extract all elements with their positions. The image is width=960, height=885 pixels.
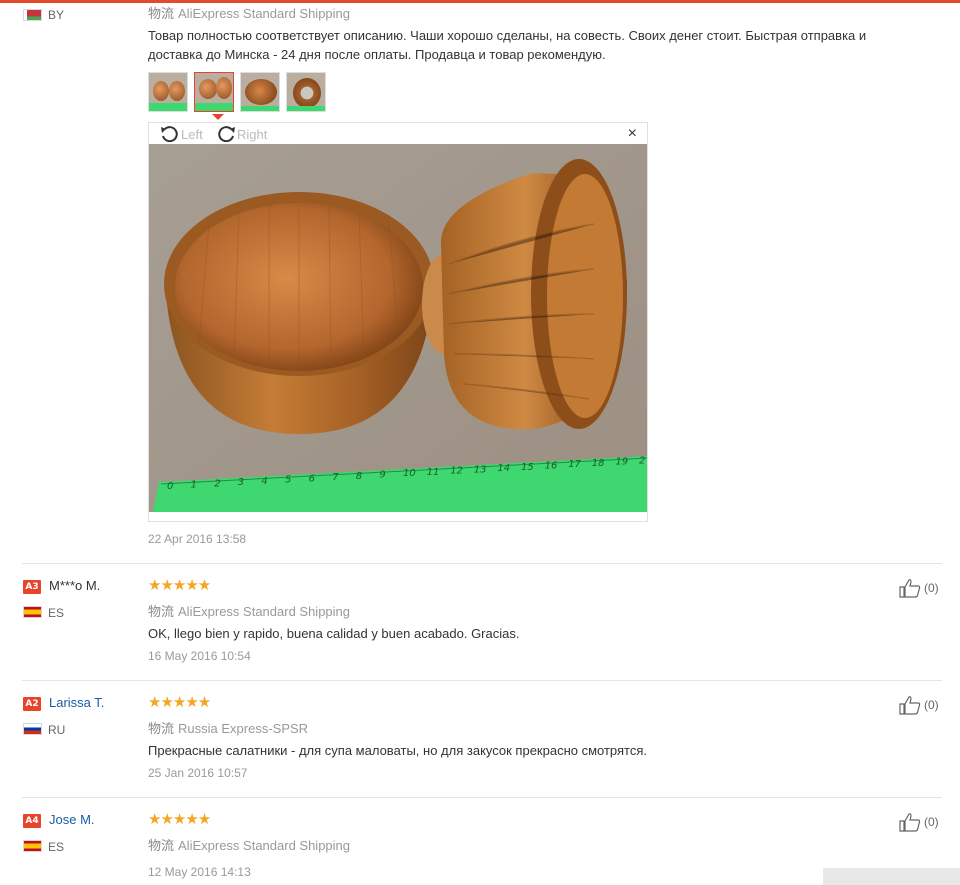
ruler-tick-label: 15 [521,462,534,473]
ruler-tick-label: 5 [285,475,291,486]
ruler-tick-label: 2 [214,478,220,489]
review-date: 16 May 2016 10:54 [148,649,251,663]
review-separator [22,680,942,681]
helpful-count: (0) [924,815,939,829]
helpful-button[interactable]: (0) [899,578,939,598]
review-date: 25 Jan 2016 10:57 [148,766,248,780]
active-thumbnail-pointer [212,114,224,120]
image-viewer: Left Right × 0 1 2 3 4 5 6 7 8 9 10 11 1… [148,122,648,522]
ruler-tick-label: 19 [615,457,628,468]
photo-thumbnails [148,72,326,112]
shipping-method: 物流 AliExpress Standard Shipping [148,3,350,22]
ruler-tick-label: 9 [379,470,385,481]
review-text: Товар полностью соответствует описанию. … [148,28,867,62]
buyer-level-badge: A4 [23,814,41,828]
ruler-tick-label: 13 [474,464,487,475]
ruler-tick-label: 2 [639,455,645,466]
star-rating: ★★★★★ [148,577,211,594]
ruler-tick-label: 7 [332,472,339,483]
thumbs-up-icon [899,696,921,715]
ruler-tick-label: 17 [568,459,581,470]
floating-panel-edge [823,868,960,885]
helpful-button[interactable]: (0) [899,812,939,832]
close-viewer-button[interactable]: × [628,126,637,142]
rotate-right-icon [218,126,235,143]
ruler-tick-label: 18 [592,458,605,469]
reviewer-name: M***o M. [49,578,101,593]
review-date: 22 Apr 2016 13:58 [148,532,247,546]
rotate-left-button[interactable]: Left [159,124,203,144]
ruler-tick-label: 6 [309,473,315,484]
logistics-label: 物流 [148,605,175,620]
shipping-name: AliExpress Standard Shipping [178,838,351,853]
buyer-level-badge: A3 [23,580,41,594]
review-text: Прекрасные салатники - для супа маловаты… [148,743,648,758]
photo-thumbnail[interactable] [148,72,188,112]
logistics-label: 物流 [148,722,175,737]
viewer-toolbar: Left Right × [149,123,647,144]
review-separator [22,797,942,798]
review-separator [22,563,942,564]
ruler-tick-label: 10 [403,468,416,479]
helpful-button[interactable]: (0) [899,695,939,715]
photo-thumbnail[interactable] [240,72,280,112]
buyer-level-badge: A2 [23,697,41,711]
shipping-method: 物流 Russia Express-SPSR [148,718,308,737]
flag-by-icon [23,9,42,21]
rotate-left-icon [161,126,178,143]
top-border [0,0,960,3]
helpful-count: (0) [924,581,939,595]
flag-es-icon [23,840,42,852]
bamboo-bowls-photo: 0 1 2 3 4 5 6 7 8 9 10 11 12 13 14 15 16 17 18 19 2 [149,144,647,512]
photo-thumbnail-active[interactable] [194,72,234,112]
shipping-name: Russia Express-SPSR [178,721,309,736]
star-rating: ★★★★★ [148,811,211,828]
ruler-tick-label: 11 [427,467,440,478]
ruler-tick-label: 8 [356,471,362,482]
logistics-label: 物流 [148,839,175,854]
flag-ru-icon [23,723,42,735]
ruler-tick-label: 12 [450,466,463,477]
rotate-left-label: Left [181,126,203,142]
review-date: 12 May 2016 14:13 [148,865,251,879]
ruler-tick-label: 0 [167,481,173,492]
star-rating: ★★★★★ [148,694,211,711]
helpful-count: (0) [924,698,939,712]
ruler-tick-label: 1 [191,480,197,491]
ruler-tick-label: 14 [497,463,510,474]
reviewer-country: RU [48,723,66,737]
photo-thumbnail[interactable] [286,72,326,112]
shipping-method: 物流 AliExpress Standard Shipping [148,601,350,620]
rotate-right-label: Right [237,126,268,142]
reviewer-country: ES [48,606,65,620]
ruler-tick-label: 3 [238,477,244,488]
rotate-right-button[interactable]: Right [215,124,267,144]
logistics-label: 物流 [148,7,175,22]
shipping-name: AliExpress Standard Shipping [178,6,351,21]
thumbs-up-icon [899,579,921,598]
flag-es-icon [23,606,42,618]
ruler-tick-label: 4 [261,476,267,487]
reviewer-name-link[interactable]: Jose M. [49,812,95,827]
reviewer-country: ES [48,840,65,854]
review-text: OK, llego bien y rapido, buena calidad y… [148,626,520,641]
shipping-name: AliExpress Standard Shipping [178,604,351,619]
ruler-tick-label: 16 [545,461,558,472]
review-photo: 0 1 2 3 4 5 6 7 8 9 10 11 12 13 14 15 16 17 18 19 2 [149,144,647,512]
shipping-method: 物流 AliExpress Standard Shipping [148,835,350,854]
reviewer-country: BY [48,8,65,22]
reviewer-name-link[interactable]: Larissa T. [49,695,104,710]
thumbs-up-icon [899,813,921,832]
